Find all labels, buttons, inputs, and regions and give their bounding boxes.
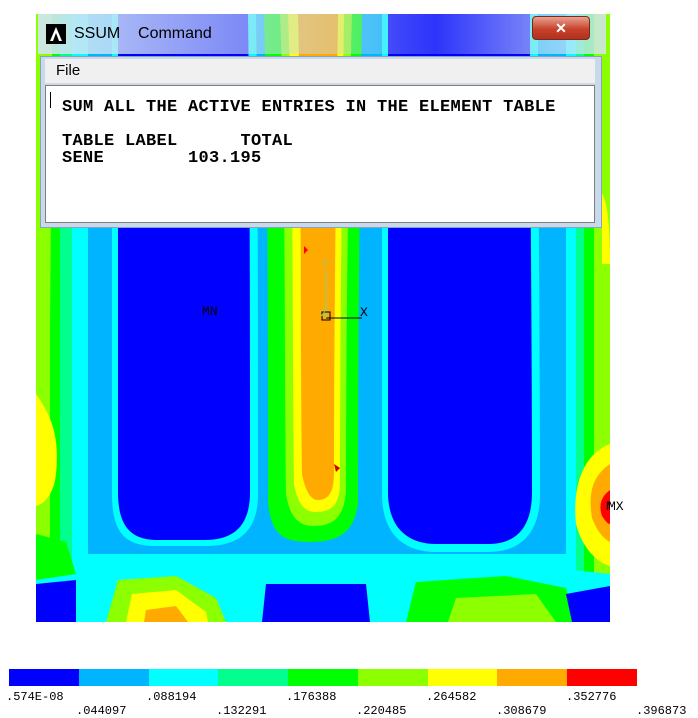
- close-icon: ✕: [555, 19, 567, 36]
- legend-swatch: [148, 669, 219, 686]
- legend-label: .352776: [566, 690, 617, 704]
- menu-bar: File: [45, 59, 595, 84]
- title-bar[interactable]: SSUM Command ✕: [38, 14, 606, 54]
- legend-swatch: [288, 669, 359, 686]
- output-line: SUM ALL THE ACTIVE ENTRIES IN THE ELEMEN…: [62, 98, 556, 117]
- axis-x-label: X: [360, 305, 368, 320]
- legend-label: .176388: [286, 690, 337, 704]
- legend-label: .044097: [76, 704, 127, 718]
- menu-file[interactable]: File: [56, 62, 80, 79]
- axis-y-label: Y: [322, 260, 329, 271]
- legend-swatch: [497, 669, 568, 686]
- output-line: SENE 103.195: [62, 149, 262, 168]
- text-caret: [50, 92, 51, 108]
- output-text-area[interactable]: SUM ALL THE ACTIVE ENTRIES IN THE ELEMEN…: [45, 85, 595, 223]
- app-logo-icon: [46, 24, 66, 44]
- window-title: SSUM Command: [74, 25, 212, 42]
- legend-swatch: [427, 669, 498, 686]
- max-label-outside: MX: [608, 499, 624, 514]
- window-frame: File SUM ALL THE ACTIVE ENTRIES IN THE E…: [40, 56, 602, 228]
- legend-label: .574E-08: [6, 690, 64, 704]
- legend-label: .396873: [636, 704, 687, 718]
- color-legend-bar: [9, 669, 638, 686]
- legend-label: .088194: [146, 690, 197, 704]
- legend-label: .308679: [496, 704, 547, 718]
- legend-label: .220485: [356, 704, 407, 718]
- legend-label: .264582: [426, 690, 477, 704]
- legend-swatch: [78, 669, 149, 686]
- axis-z-label: Z: [321, 310, 326, 319]
- legend-swatch: [9, 669, 79, 686]
- legend-swatch: [567, 669, 638, 686]
- ssum-command-window: SSUM Command ✕ File SUM ALL THE ACTIVE E…: [38, 14, 606, 231]
- legend-label: .132291: [216, 704, 267, 718]
- close-button[interactable]: ✕: [532, 16, 590, 40]
- legend-swatch: [357, 669, 428, 686]
- min-label: MN: [202, 304, 218, 319]
- legend-swatch: [218, 669, 289, 686]
